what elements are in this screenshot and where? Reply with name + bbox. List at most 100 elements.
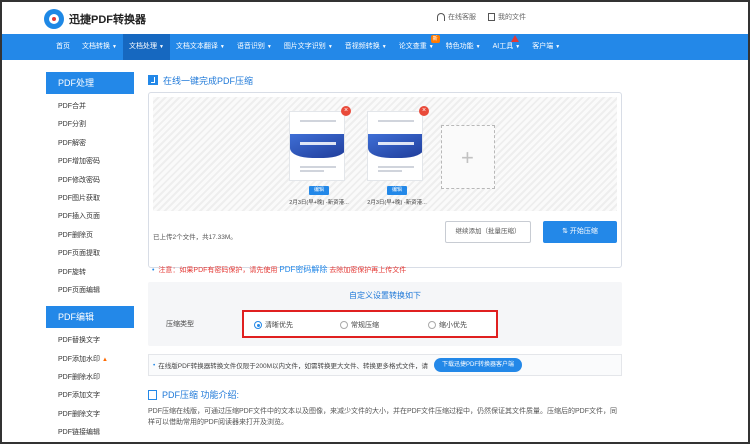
sidebar-item[interactable]: PDF旋转 [46,264,134,282]
nav-item-label: 文档转换 [82,43,110,50]
chevron-down-icon: ▼ [515,44,521,50]
chevron-down-icon: ▼ [475,44,481,50]
size-limit-tip: • 在线版PDF转换器转换文件仅限于200M以内文件，如需转换更大文件、转换更多… [148,354,622,376]
nav-item-label: 客户端 [532,43,554,50]
sidebar-item[interactable]: PDF图片获取 [46,190,134,208]
file-thumbnail [367,111,423,181]
sidebar-item[interactable]: PDF添加文字 [46,387,134,405]
sidebar-item[interactable]: PDF页面编辑 [46,282,134,300]
upload-area[interactable]: × 编辑 2月3日(早+晚) -新资港... × 编辑 2月3日(早+晚) -新… [148,92,622,268]
file-card: × 编辑 2月3日(早+晚) -新资港... [289,106,351,206]
intro-heading: PDF压缩 功能介绍: [148,388,239,401]
plus-icon: + [461,145,474,170]
sidebar-group-pdf-editing: PDF替换文字 PDF添加水印 ▲ PDF删除水印 PDF添加文字 PDF删除文字 PDF链… [46,328,134,442]
sidebar-item[interactable]: PDF增加密码 [46,153,134,171]
nav-item-label: 首页 [56,43,70,50]
start-compress-label: 开始压缩 [569,228,598,235]
document-icon [148,389,157,400]
nav-item-label: 文档文本翻译 [175,43,218,50]
nav-item[interactable]: 特色功能 ▼ [440,34,487,60]
upload-summary: 已上传2个文件，共17.33M。 [153,234,237,241]
radio-unselected[interactable] [340,321,348,329]
radio-selected[interactable] [254,321,262,329]
fire-icon: ▲ [102,356,108,363]
sidebar-item[interactable]: PDF删除文字 [46,406,134,424]
remove-file-icon[interactable]: × [341,106,351,116]
option-clarity-first[interactable]: 清晰优先 [254,320,293,330]
chevron-down-icon: ▼ [266,44,272,50]
nav-item[interactable]: 音视频转换 ▼ [339,34,393,60]
sidebar-item[interactable]: PDF链接编辑 [46,424,134,442]
nav-item-label: AI工具 [492,43,514,50]
password-notice: • 注意：如果PDF有密码保护，请先使用 PDF密码解除 去除加密保护再上传文件 [152,264,406,275]
nav-item[interactable]: 首页 [50,34,76,60]
sidebar-item[interactable]: PDF解密 [46,135,134,153]
option-label: 清晰优先 [265,322,293,329]
nav-item[interactable]: 图片文字识别 ▼ [278,34,339,60]
compress-type-label: 压缩类型 [166,321,194,328]
nav-item[interactable]: 文档文本翻译 ▼ [170,34,231,60]
top-bar: 迅捷PDF转换器 在线客服 我的文件 [2,2,748,34]
main-nav: 首页 文档转换 ▼ 文档处理 ▼ 文档文本翻译 ▼ 语音识别 ▼ 图片文字识别 ▼ 音视频转换 ▼ 论文查… [2,34,748,60]
brand-logo[interactable]: 迅捷PDF转换器 [44,9,146,29]
nav-item[interactable]: AI工具 ▼ [487,34,527,60]
chevron-down-icon: ▼ [327,44,333,50]
settings-panel: 自定义设置转换如下 压缩类型 清晰优先 常规压缩 缩小优先 [148,282,622,346]
nav-item[interactable]: 文档处理 ▼ [122,34,170,60]
sidebar-item[interactable]: PDF分割 [46,116,134,134]
online-service-link[interactable]: 在线客服 [437,12,476,22]
ai-marker-icon [510,35,519,42]
sidebar-item-label: PDF添加水印 [58,355,100,363]
add-file-button[interactable]: + [441,125,495,189]
sidebar-item[interactable]: PDF页面提取 [46,245,134,263]
nav-item-label: 文档处理 [128,43,157,50]
edit-file-button[interactable]: 编辑 [387,186,407,195]
sidebar-item[interactable]: PDF插入页面 [46,208,134,226]
option-smaller-first[interactable]: 缩小优先 [428,320,467,330]
page-title: 在线一键完成PDF压缩 [148,72,622,88]
sidebar-item[interactable]: PDF修改密码 [46,172,134,190]
chevron-down-icon: ▼ [219,44,225,50]
chevron-down-icon: ▼ [428,44,434,50]
chevron-down-icon: ▼ [381,44,387,50]
sidebar-item-label: PDF链接编辑 [58,429,100,437]
nav-item-label: 论文查重 [398,43,427,50]
sidebar-item-label: PDF添加文字 [58,392,100,400]
continue-adding-button[interactable]: 继续添加（批量压缩） [445,221,531,243]
new-badge: 新 [430,35,440,43]
brand-name: 迅捷PDF转换器 [69,14,146,26]
sidebar-item[interactable]: PDF删除页 [46,227,134,245]
sidebar-item[interactable]: PDF合并 [46,98,134,116]
sidebar-group-pdf-processing: PDF合并 PDF分割 PDF解密 PDF增加密码 PDF修改密码 PDF图片获取 PDF插… [46,94,134,306]
logo-icon [44,9,64,29]
option-normal-compress[interactable]: 常规压缩 [340,320,379,330]
remove-file-icon[interactable]: × [419,106,429,116]
nav-item[interactable]: 文档转换 ▼ [76,34,123,60]
sidebar-item[interactable]: PDF添加水印 ▲ [46,351,134,369]
page-title-text: 在线一键完成PDF压缩 [163,75,254,86]
bullet-icon: • [153,361,156,369]
online-service-label: 在线客服 [448,14,476,21]
nav-item[interactable]: 语音识别 ▼ [231,34,278,60]
edit-file-button[interactable]: 编辑 [309,186,329,195]
sidebar-item-label: PDF删除水印 [58,374,100,382]
my-files-link[interactable]: 我的文件 [488,12,526,22]
radio-unselected[interactable] [428,321,436,329]
nav-item-label: 音视频转换 [344,43,380,50]
sidebar-item-label: PDF替换文字 [58,337,100,345]
file-name: 2月3日(早+晚) -新资港... [289,200,349,206]
chevron-down-icon: ▼ [555,44,561,50]
main-content: 在线一键完成PDF压缩 × 编辑 2月3日(早+晚) -新资港... × 编辑 … [148,72,622,426]
pdf-decrypt-link[interactable]: PDF密码解除 [279,265,327,274]
nav-item[interactable]: 客户端 ▼ [526,34,566,60]
file-drop-zone[interactable]: × 编辑 2月3日(早+晚) -新资港... × 编辑 2月3日(早+晚) -新… [153,97,617,211]
sidebar-item[interactable]: PDF删除水印 [46,369,134,387]
start-compress-button[interactable]: ⇅ 开始压缩 [543,221,617,243]
download-client-button[interactable]: 下载迅捷PDF转换器客户端 [434,358,523,372]
sidebar-item[interactable]: PDF替换文字 [46,332,134,350]
file-card: × 编辑 2月3日(早+晚) -新资港... [367,106,429,206]
nav-item[interactable]: 论文查重 ▼ 新 [393,34,440,60]
tip-text: 在线版PDF转换器转换文件仅限于200M以内文件，如需转换更大文件、转换更多格式… [158,363,429,370]
top-links: 在线客服 我的文件 [437,12,526,22]
file-name: 2月3日(早+晚) -新资港... [367,200,427,206]
